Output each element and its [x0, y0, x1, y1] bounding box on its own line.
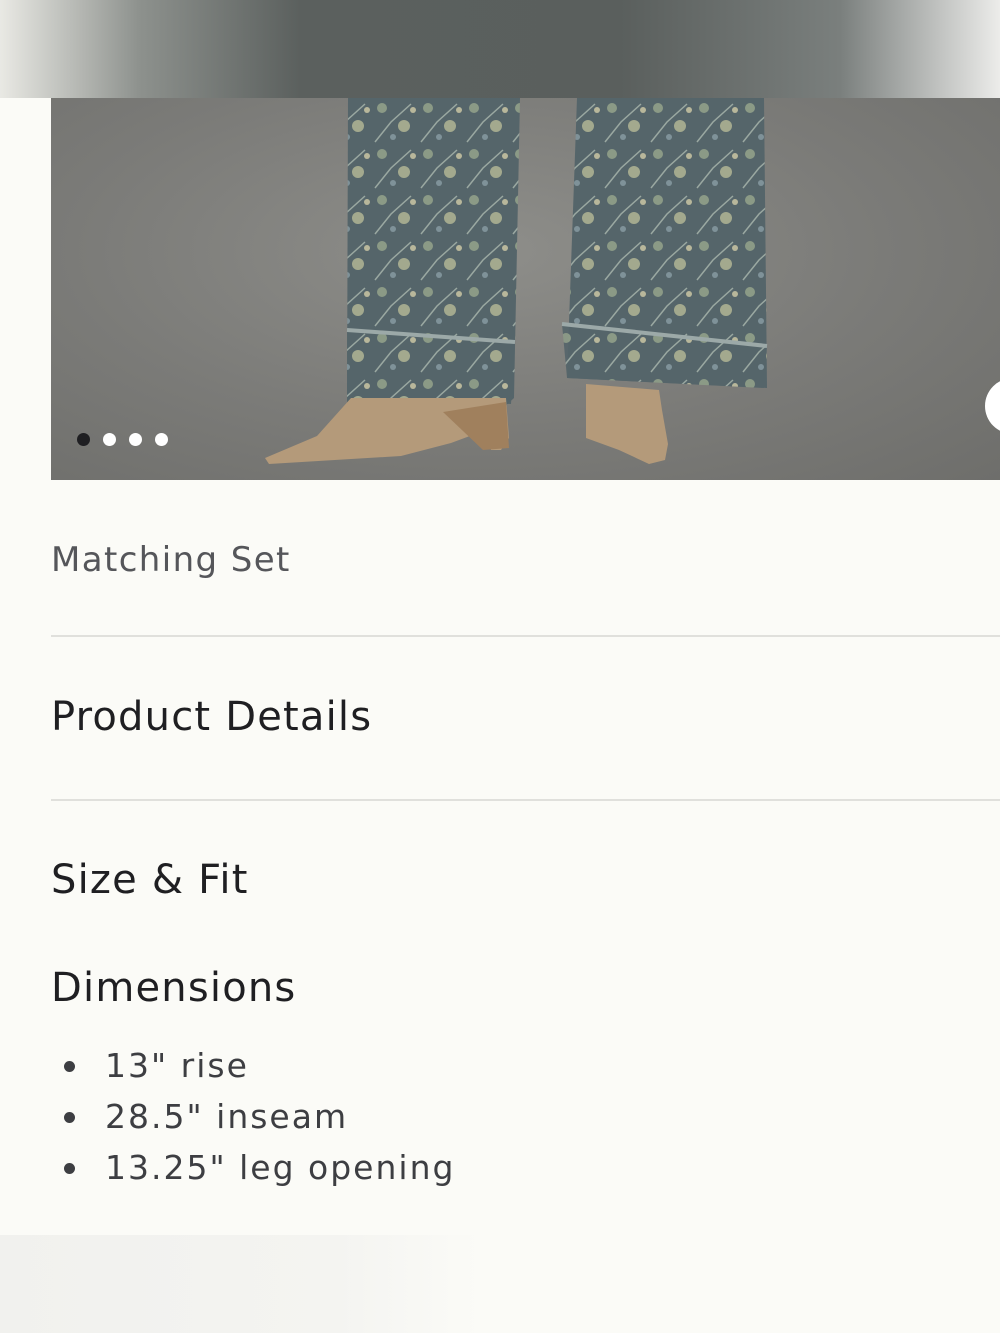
- product-details-toggle[interactable]: Product Details: [51, 694, 372, 740]
- dimension-leg-opening: 13.25" leg opening: [105, 1148, 456, 1187]
- carousel-dot[interactable]: [77, 433, 90, 446]
- dimensions-list: 13" rise 28.5" inseam 13.25" leg opening: [51, 1044, 455, 1197]
- section-divider: [51, 635, 1000, 637]
- section-divider: [51, 799, 1000, 801]
- carousel-dot[interactable]: [155, 433, 168, 446]
- collection-label: Matching Set: [51, 540, 291, 580]
- dimensions-heading: Dimensions: [51, 965, 297, 1011]
- right-boot: [586, 384, 668, 464]
- dimension-rise: 13" rise: [105, 1046, 249, 1085]
- product-image[interactable]: [51, 98, 1000, 480]
- bottom-fade-overlay: [0, 1235, 480, 1333]
- bullet-icon: [64, 1061, 75, 1072]
- carousel-pagination: [77, 433, 168, 446]
- top-header-bar: [0, 0, 1000, 98]
- bullet-icon: [64, 1163, 75, 1174]
- jeans-photo: [265, 98, 768, 464]
- bullet-icon: [64, 1112, 75, 1123]
- list-item: 13.25" leg opening: [51, 1146, 455, 1197]
- carousel-dot[interactable]: [103, 433, 116, 446]
- size-fit-heading[interactable]: Size & Fit: [51, 857, 249, 903]
- list-item: 28.5" inseam: [51, 1095, 455, 1146]
- carousel-dot[interactable]: [129, 433, 142, 446]
- list-item: 13" rise: [51, 1044, 455, 1095]
- dimension-inseam: 28.5" inseam: [105, 1097, 349, 1136]
